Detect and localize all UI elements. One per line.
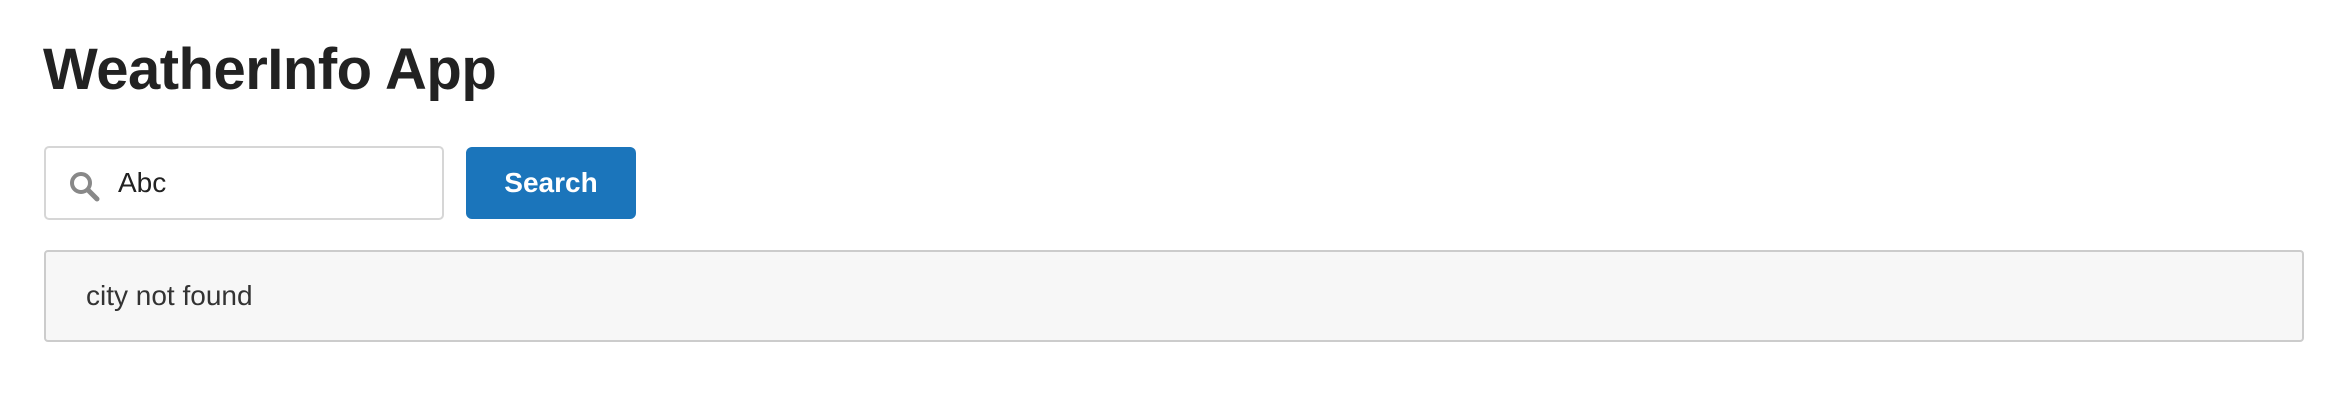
app-title: WeatherInfo App (43, 37, 497, 102)
search-input[interactable] (118, 148, 428, 218)
error-message: city not found (86, 280, 253, 311)
search-box[interactable] (44, 146, 444, 220)
weather-app-page: WeatherInfo App Search city not found (0, 0, 2326, 412)
result-message-panel: city not found (44, 250, 2304, 342)
search-icon (68, 170, 100, 202)
search-row: Search (44, 145, 636, 221)
search-button[interactable]: Search (466, 147, 636, 219)
